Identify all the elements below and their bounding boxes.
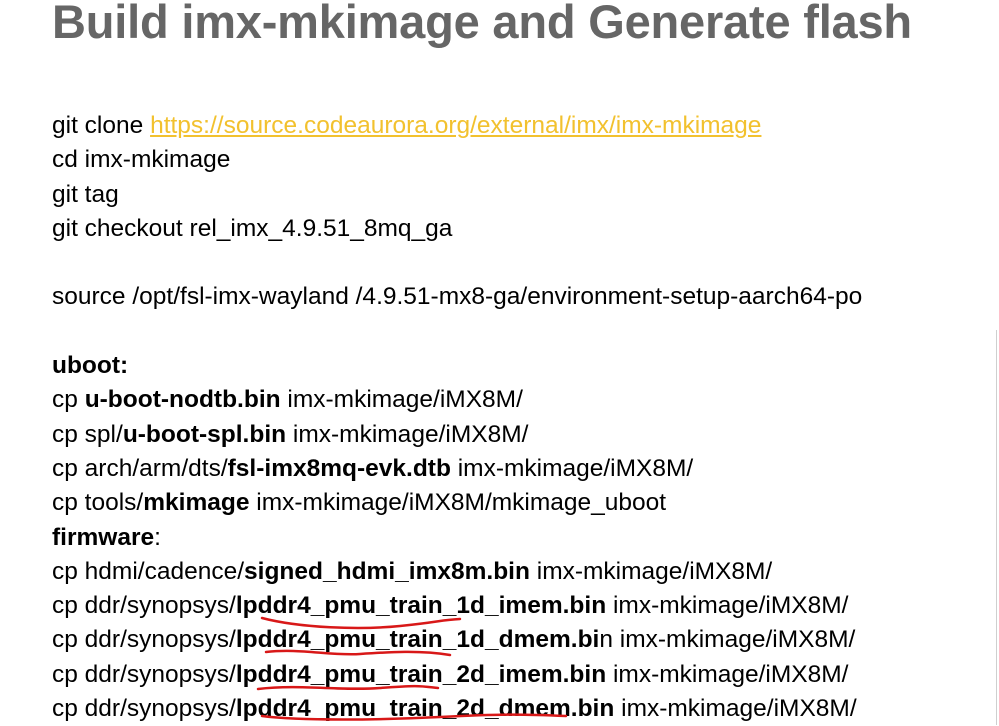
cmd-dest: imx-mkimage/iMX8M/mkimage_uboot (249, 489, 667, 517)
source-env-line: source /opt/fsl-imx-wayland /4.9.51-mx8-… (52, 283, 863, 311)
firmware-heading-text: firmware (52, 523, 155, 551)
git-clone-command: git clone (52, 112, 151, 139)
firmware-copy-2d-dmem: cp ddr/synopsys/lpddr4_pmu_train_2d_dmem… (52, 692, 862, 726)
git-tag-line: git tag (52, 180, 119, 208)
firmware-heading: firmware: (52, 521, 862, 555)
cmd-prefix: cp tools/ (52, 489, 144, 517)
uboot-heading-text: uboot: (52, 352, 129, 380)
firmware-copy-hdmi: cp hdmi/cadence/signed_hdmi_imx8m.bin im… (52, 555, 862, 589)
cmd-prefix: cp hdmi/cadence/ (52, 557, 245, 585)
cd-line: cd imx-mkimage (52, 146, 231, 174)
git-clone-line: git clone https://source.codeaurora.org/… (52, 109, 862, 143)
firmware-copy-1d-dmem: cp ddr/synopsys/lpddr4_pmu_train_1d_dmem… (52, 623, 862, 657)
cmd-dest: imx-mkimage/iMX8M/ (606, 592, 849, 620)
git-checkout-line: git checkout rel_imx_4.9.51_8mq_ga (52, 214, 453, 242)
firmware-copy-1d-imem: cp ddr/synopsys/lpddr4_pmu_train_1d_imem… (52, 589, 862, 623)
cmd-dest: n imx-mkimage/iMX8M/ (599, 626, 856, 654)
file-name: lpddr4_pmu_train_2d_dmem.bin (235, 695, 615, 723)
file-name: mkimage (143, 489, 250, 517)
file-name: signed_hdmi_imx8m.bin (244, 557, 530, 585)
uboot-copy-nodtb: cp u-boot-nodtb.bin imx-mkimage/iMX8M/ (52, 383, 862, 417)
file-name: lpddr4_pmu_train_2d_imem.bin (235, 660, 607, 688)
cmd-dest: imx-mkimage/iMX8M/ (614, 695, 857, 723)
cmd-dest: imx-mkimage/iMX8M/ (529, 557, 773, 585)
cmd-dest: imx-mkimage/iMX8M/ (280, 386, 523, 414)
file-name: lpddr4_pmu_train_1d_imem.bin (235, 592, 607, 620)
cmd-prefix: cp spl/ (52, 420, 123, 448)
uboot-copy-dtb: cp arch/arm/dts/fsl-imx8mq-evk.dtb imx-m… (52, 452, 862, 486)
slide-title: Build imx-mkimage and Generate flash (52, 0, 912, 48)
uboot-copy-mkimage: cp tools/mkimage imx-mkimage/iMX8M/mkima… (52, 486, 862, 520)
file-name: lpddr4_pmu_train_1d_dmem.bi (235, 626, 600, 654)
cmd-prefix: cp ddr/synopsys/ (52, 592, 236, 620)
file-name: fsl-imx8mq-evk.dtb (227, 454, 451, 482)
cmd-prefix: cp (52, 386, 85, 414)
command-listing: git clone https://source.codeaurora.org/… (52, 109, 862, 726)
cmd-prefix: cp ddr/synopsys/ (52, 660, 236, 688)
file-name: u-boot-spl.bin (122, 420, 287, 448)
cmd-prefix: cp ddr/synopsys/ (52, 626, 236, 654)
uboot-heading: uboot: (52, 349, 862, 383)
firmware-heading-colon: : (154, 523, 161, 551)
cmd-prefix: cp ddr/synopsys/ (52, 695, 236, 723)
repo-link[interactable]: https://source.codeaurora.org/external/i… (150, 112, 761, 139)
cmd-dest: imx-mkimage/iMX8M/ (450, 454, 694, 482)
cmd-dest: imx-mkimage/iMX8M/ (286, 420, 529, 448)
firmware-copy-2d-imem: cp ddr/synopsys/lpddr4_pmu_train_2d_imem… (52, 658, 862, 692)
page-edge-divider (996, 330, 997, 725)
cmd-prefix: cp arch/arm/dts/ (52, 454, 228, 482)
uboot-copy-spl: cp spl/u-boot-spl.bin imx-mkimage/iMX8M/ (52, 418, 862, 452)
cmd-dest: imx-mkimage/iMX8M/ (606, 660, 849, 688)
file-name: u-boot-nodtb.bin (84, 386, 281, 414)
